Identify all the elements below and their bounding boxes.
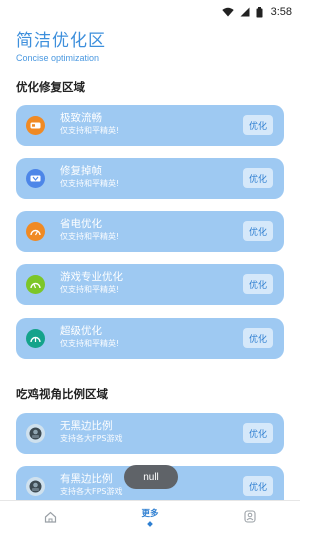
card-power-save[interactable]: 省电优化 仅支持和平精英! 优化 bbox=[16, 211, 284, 252]
power-save-icon bbox=[26, 222, 45, 241]
card-desc: 支持各大FPS游戏 bbox=[60, 487, 123, 496]
card-title: 超级优化 bbox=[60, 325, 102, 337]
card-title: 极致流畅 bbox=[60, 112, 102, 124]
card-desc: 仅支持和平精英! bbox=[60, 339, 120, 348]
card-super-opt[interactable]: 超级优化 仅支持和平精英! 优化 bbox=[16, 318, 284, 359]
status-time: 3:58 bbox=[270, 6, 292, 18]
page-header: 简洁优化区 Concise optimization bbox=[16, 30, 106, 63]
optimize-button[interactable]: 优化 bbox=[243, 274, 273, 294]
optimize-button[interactable]: 优化 bbox=[243, 168, 273, 188]
card-desc: 支持各大FPS游戏 bbox=[60, 434, 123, 443]
card-smooth[interactable]: 极致流畅 仅支持和平精英! 优化 bbox=[16, 105, 284, 146]
page-title: 简洁优化区 bbox=[16, 31, 106, 51]
toast-message: null bbox=[124, 465, 178, 489]
frame-fix-icon bbox=[26, 169, 45, 188]
game-avatar-icon bbox=[26, 477, 45, 496]
nav-home[interactable] bbox=[0, 501, 100, 534]
optimize-button[interactable]: 优化 bbox=[243, 423, 273, 443]
card-desc: 仅支持和平精英! bbox=[60, 285, 120, 294]
wifi-icon bbox=[221, 7, 234, 17]
card-frame-fix[interactable]: 修复掉帧 仅支持和平精英! 优化 bbox=[16, 158, 284, 199]
signal-icon bbox=[240, 7, 250, 17]
optimize-button[interactable]: 优化 bbox=[243, 221, 273, 241]
card-desc: 仅支持和平精英! bbox=[60, 179, 120, 188]
section-title-ratio: 吃鸡视角比例区域 bbox=[16, 387, 108, 401]
card-title: 游戏专业优化 bbox=[60, 271, 123, 283]
battery-icon bbox=[256, 6, 263, 18]
status-bar: 3:58 bbox=[0, 0, 300, 24]
card-desc: 仅支持和平精英! bbox=[60, 126, 120, 135]
card-title: 修复掉帧 bbox=[60, 165, 102, 177]
game-pro-icon bbox=[26, 275, 45, 294]
card-title: 无黑边比例 bbox=[60, 420, 113, 432]
super-opt-icon bbox=[26, 329, 45, 348]
game-avatar-icon bbox=[26, 424, 45, 443]
diamond-indicator-icon bbox=[147, 521, 153, 527]
bottom-nav: 更多 bbox=[0, 500, 300, 534]
nav-more-label: 更多 bbox=[141, 509, 159, 519]
home-icon bbox=[44, 508, 57, 527]
page-subtitle: Concise optimization bbox=[16, 53, 100, 63]
nav-profile[interactable] bbox=[200, 501, 300, 534]
optimize-button[interactable]: 优化 bbox=[243, 115, 273, 135]
card-game-pro[interactable]: 游戏专业优化 仅支持和平精英! 优化 bbox=[16, 264, 284, 305]
card-title: 有黑边比例 bbox=[60, 473, 113, 485]
section-title-repair: 优化修复区域 bbox=[16, 80, 85, 94]
optimize-button[interactable]: 优化 bbox=[243, 328, 273, 348]
nav-more[interactable]: 更多 bbox=[100, 501, 200, 534]
card-no-black-border[interactable]: 无黑边比例 支持各大FPS游戏 优化 bbox=[16, 413, 284, 454]
optimize-button[interactable]: 优化 bbox=[243, 476, 273, 496]
card-title: 省电优化 bbox=[60, 218, 102, 230]
smooth-icon bbox=[26, 116, 45, 135]
user-icon bbox=[244, 508, 256, 527]
card-desc: 仅支持和平精英! bbox=[60, 232, 120, 241]
